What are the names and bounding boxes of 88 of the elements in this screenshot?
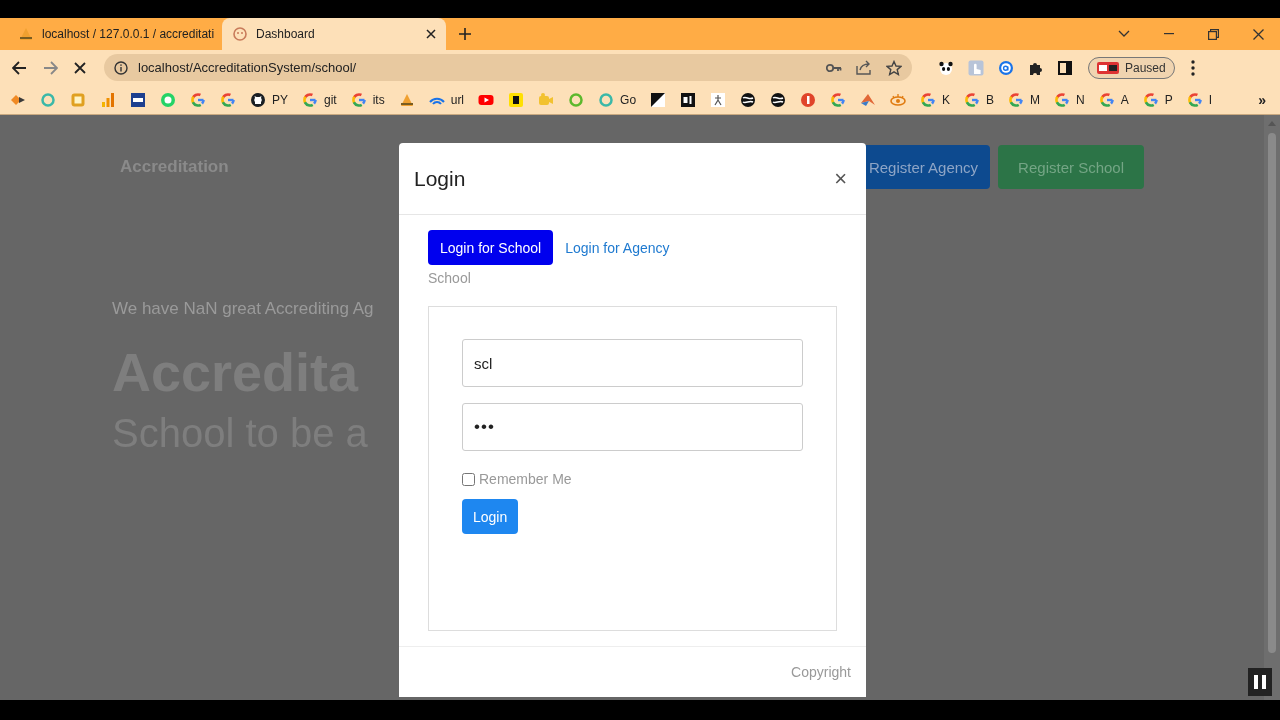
square-icon <box>650 91 667 108</box>
g-icon <box>220 91 236 108</box>
login-button[interactable]: Login <box>462 499 519 534</box>
g-icon <box>350 91 367 108</box>
bars-icon <box>100 91 116 108</box>
url-text: localhost/AccreditationSystem/school/ <box>138 60 358 75</box>
share-icon[interactable] <box>856 60 872 75</box>
star-icon[interactable] <box>886 59 902 76</box>
info-icon[interactable] <box>114 60 128 75</box>
key-icon[interactable] <box>826 62 842 73</box>
bookmark[interactable]: its <box>350 91 385 108</box>
tab-title: localhost / 127.0.0.1 / accreditati <box>42 27 215 41</box>
g-icon <box>302 91 318 108</box>
square-icon <box>130 91 146 108</box>
face-icon <box>232 26 248 42</box>
address-bar[interactable]: localhost/AccreditationSystem/school/ <box>104 54 912 81</box>
ring-icon <box>40 91 56 108</box>
bookmark[interactable]: K <box>920 91 951 108</box>
dialog-title: Login <box>414 166 466 191</box>
figure-icon <box>710 91 727 108</box>
bookmark[interactable] <box>508 91 525 108</box>
plus-icon[interactable] <box>458 27 472 41</box>
pause-icon <box>1254 675 1266 689</box>
eye-icon <box>890 91 907 108</box>
g-icon <box>190 91 206 108</box>
circle-icon <box>800 91 817 108</box>
sidebar-icon[interactable] <box>1058 60 1072 75</box>
tab-title: Dashboard <box>256 27 316 41</box>
bookmark[interactable]: Go <box>598 91 637 108</box>
g-icon <box>964 91 981 108</box>
username-field[interactable]: scl <box>462 339 803 387</box>
ring-icon <box>598 91 615 108</box>
chevron-down-icon[interactable] <box>1118 30 1130 38</box>
bookmark[interactable]: PY <box>250 91 288 108</box>
bookmark[interactable]: M <box>1008 91 1041 108</box>
login-tab[interactable]: Login for School <box>428 230 554 265</box>
kebab-menu-icon[interactable] <box>1190 59 1195 76</box>
stop-icon[interactable] <box>74 61 86 74</box>
bookmark[interactable]: N <box>1054 91 1085 108</box>
forward-arrow-icon[interactable] <box>43 60 58 75</box>
close-icon[interactable] <box>426 29 436 39</box>
g-icon <box>1098 91 1115 108</box>
globe-icon <box>740 91 757 108</box>
g-icon <box>1054 91 1071 108</box>
bookmark[interactable] <box>770 91 787 108</box>
bookmark[interactable]: url <box>428 91 465 108</box>
g-icon <box>830 91 847 108</box>
pause-button[interactable] <box>1248 668 1272 696</box>
remember-label: Remember Me <box>479 471 572 487</box>
g-icon <box>1142 91 1159 108</box>
bookmark[interactable] <box>650 91 667 108</box>
login-tab[interactable]: Login for Agency <box>557 230 678 265</box>
close-icon[interactable] <box>1253 28 1264 40</box>
bookmark[interactable] <box>680 91 697 108</box>
bookmark[interactable]: B <box>964 91 995 108</box>
scrollbar[interactable] <box>1264 115 1280 700</box>
scrollbar-thumb[interactable] <box>1268 133 1276 653</box>
chat-icon <box>160 91 176 108</box>
square-icon <box>680 91 697 108</box>
bookmark[interactable]: A <box>1098 91 1129 108</box>
g-icon <box>1008 91 1025 108</box>
browser-tab[interactable]: Dashboard <box>222 18 446 50</box>
restore-icon[interactable] <box>1208 28 1219 40</box>
copyright-text: Copyright <box>791 664 851 680</box>
panda-icon[interactable] <box>938 59 954 76</box>
avatar-icon <box>1097 61 1119 74</box>
bookmark[interactable] <box>740 91 757 108</box>
minimize-icon[interactable] <box>1164 33 1174 35</box>
bookmark[interactable]: git <box>302 91 337 108</box>
ring-icon <box>568 91 585 108</box>
back-arrow-icon[interactable] <box>12 60 27 75</box>
password-field[interactable]: ••• <box>462 403 803 451</box>
bookmark[interactable]: P <box>1142 91 1173 108</box>
close-button[interactable]: × <box>830 165 851 192</box>
section-label: School <box>428 270 472 286</box>
square-icon <box>70 91 86 108</box>
more-bookmarks-chevron[interactable]: » <box>1258 91 1266 108</box>
g-icon <box>920 91 937 108</box>
remember-checkbox[interactable] <box>462 472 475 486</box>
profile-button[interactable]: Paused <box>1088 56 1175 79</box>
g-icon <box>1186 91 1203 108</box>
bookmark[interactable] <box>130 91 146 108</box>
globe-icon <box>770 91 787 108</box>
square-icon <box>508 91 525 108</box>
camera-icon <box>538 91 555 108</box>
profile-label: Paused <box>1125 60 1166 75</box>
bookmark[interactable]: I <box>1186 91 1213 108</box>
triangle-icon <box>18 26 34 42</box>
